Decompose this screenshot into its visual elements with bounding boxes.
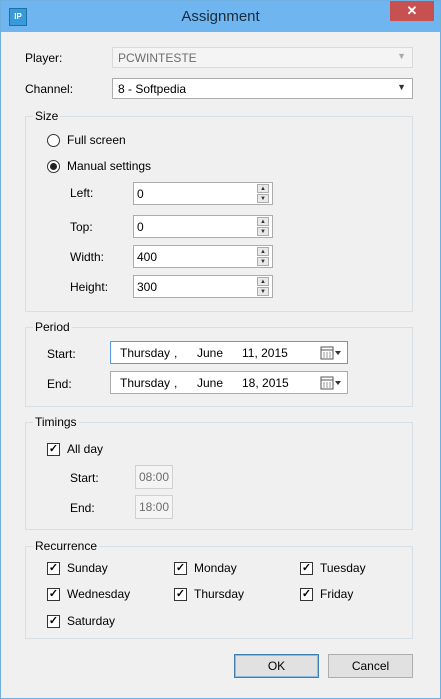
ok-button[interactable]: OK — [234, 654, 319, 678]
end-separator: , — [174, 376, 178, 390]
calendar-icon[interactable] — [320, 376, 342, 390]
thursday-checkbox[interactable]: ✓ — [174, 588, 187, 601]
check-icon: ✓ — [301, 562, 312, 574]
saturday-label[interactable]: Saturday — [67, 614, 115, 628]
end-day-year: 18, 2015 — [242, 376, 289, 390]
height-label: Height: — [70, 280, 109, 294]
player-value: PCWINTESTE — [118, 51, 197, 65]
left-decrement-button[interactable]: ▼ — [257, 194, 269, 203]
all-day-label[interactable]: All day — [67, 442, 103, 456]
width-value: 400 — [137, 250, 158, 264]
top-stepper[interactable]: 0 ▲ ▼ — [133, 215, 273, 238]
left-value: 0 — [137, 187, 144, 201]
start-day-year: 11, 2015 — [242, 346, 288, 360]
end-month: June — [197, 376, 224, 390]
check-icon: ✓ — [175, 562, 186, 574]
start-separator: , — [174, 346, 178, 360]
timings-end-input: 18:00 — [135, 495, 173, 519]
start-weekday: Thursday — [120, 346, 171, 360]
height-value: 300 — [137, 280, 158, 294]
height-stepper[interactable]: 300 ▲ ▼ — [133, 275, 273, 298]
manual-settings-radio[interactable] — [47, 160, 60, 173]
period-end-label: End: — [47, 377, 72, 391]
period-start-date-picker[interactable]: Thursday , June 11, 2015 — [110, 341, 348, 364]
height-increment-button[interactable]: ▲ — [257, 277, 269, 286]
player-select: PCWINTESTE ▼ — [112, 47, 413, 68]
sunday-checkbox[interactable]: ✓ — [47, 562, 60, 575]
end-weekday: Thursday — [120, 376, 171, 390]
tuesday-label[interactable]: Tuesday — [320, 561, 366, 575]
player-label: Player: — [25, 51, 63, 65]
manual-settings-label[interactable]: Manual settings — [67, 159, 151, 173]
timings-start-label: Start: — [70, 471, 99, 485]
period-group-title: Period — [33, 320, 72, 334]
calendar-icon[interactable] — [320, 346, 342, 360]
channel-select[interactable]: 8 - Softpedia ▼ — [112, 78, 413, 99]
top-decrement-button[interactable]: ▼ — [257, 227, 269, 236]
window-title: Assignment — [181, 8, 260, 25]
check-icon: ✓ — [48, 562, 59, 574]
channel-value: 8 - Softpedia — [118, 82, 187, 96]
friday-checkbox[interactable]: ✓ — [300, 588, 313, 601]
close-button[interactable]: ✕ — [390, 1, 434, 21]
assignment-dialog: IP Assignment ✕ Player: PCWINTESTE ▼ Cha… — [0, 0, 441, 699]
width-decrement-button[interactable]: ▼ — [257, 257, 269, 266]
timings-group-title: Timings — [33, 415, 79, 429]
wednesday-checkbox[interactable]: ✓ — [47, 588, 60, 601]
saturday-checkbox[interactable]: ✓ — [47, 615, 60, 628]
size-group-title: Size — [33, 109, 61, 123]
check-icon: ✓ — [48, 615, 59, 627]
period-end-date-picker[interactable]: Thursday , June 18, 2015 — [110, 371, 348, 394]
title-bar[interactable]: IP Assignment ✕ — [1, 1, 440, 32]
period-group — [25, 327, 413, 407]
top-increment-button[interactable]: ▲ — [257, 217, 269, 226]
width-increment-button[interactable]: ▲ — [257, 247, 269, 256]
thursday-label[interactable]: Thursday — [194, 587, 244, 601]
monday-checkbox[interactable]: ✓ — [174, 562, 187, 575]
all-day-checkbox[interactable]: ✓ — [47, 443, 60, 456]
sunday-label[interactable]: Sunday — [67, 561, 108, 575]
chevron-down-icon: ▼ — [397, 51, 406, 61]
timings-start-input: 08:00 — [135, 465, 173, 489]
check-icon: ✓ — [48, 443, 59, 455]
full-screen-label[interactable]: Full screen — [67, 133, 126, 147]
channel-label: Channel: — [25, 82, 74, 96]
left-increment-button[interactable]: ▲ — [257, 184, 269, 193]
monday-label[interactable]: Monday — [194, 561, 237, 575]
left-label: Left: — [70, 186, 94, 200]
width-stepper[interactable]: 400 ▲ ▼ — [133, 245, 273, 268]
height-decrement-button[interactable]: ▼ — [257, 287, 269, 296]
recurrence-group-title: Recurrence — [33, 539, 100, 553]
width-label: Width: — [70, 250, 105, 264]
cancel-button[interactable]: Cancel — [328, 654, 413, 678]
check-icon: ✓ — [301, 588, 312, 600]
tuesday-checkbox[interactable]: ✓ — [300, 562, 313, 575]
start-month: June — [197, 346, 224, 360]
check-icon: ✓ — [48, 588, 59, 600]
chevron-down-icon: ▼ — [397, 82, 406, 92]
period-start-label: Start: — [47, 347, 76, 361]
friday-label[interactable]: Friday — [320, 587, 353, 601]
wednesday-label[interactable]: Wednesday — [67, 587, 130, 601]
left-stepper[interactable]: 0 ▲ ▼ — [133, 182, 273, 205]
top-label: Top: — [70, 220, 93, 234]
top-value: 0 — [137, 220, 144, 234]
full-screen-radio[interactable] — [47, 134, 60, 147]
timings-end-label: End: — [70, 501, 95, 515]
close-icon: ✕ — [406, 3, 418, 18]
check-icon: ✓ — [175, 588, 186, 600]
